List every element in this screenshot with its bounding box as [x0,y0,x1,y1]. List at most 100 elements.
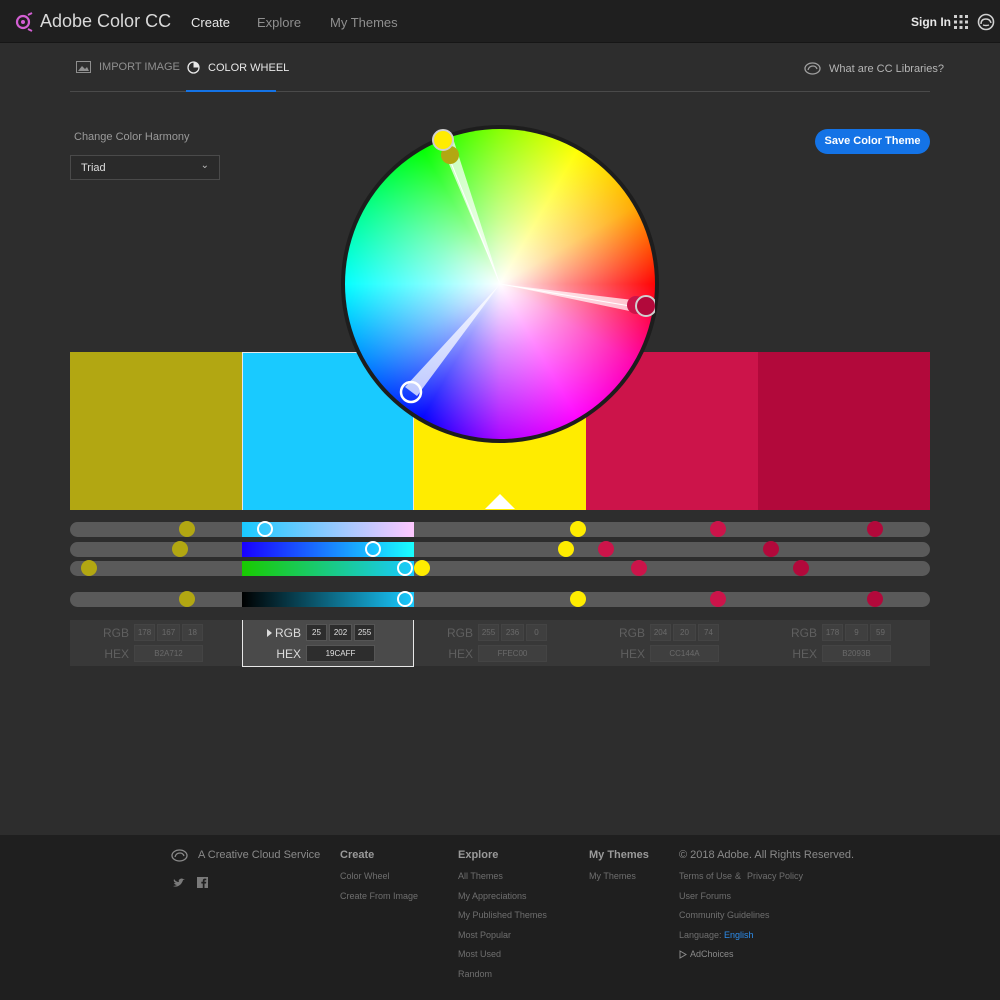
slider-knob[interactable] [867,521,883,537]
cc-libraries-icon [804,62,821,75]
hex-label: HEX [792,647,817,661]
save-color-theme-button[interactable]: Save Color Theme [815,129,930,154]
slider-knob-selected[interactable] [365,541,381,557]
slider-knob[interactable] [570,521,586,537]
cc-libraries-link[interactable]: What are CC Libraries? [804,62,944,75]
facebook-icon[interactable] [197,877,208,888]
hex-field[interactable]: 19CAFF [306,645,375,662]
nav-create[interactable]: Create [191,15,230,30]
rgb-b-field[interactable]: 255 [354,624,375,641]
wheel-handle-base[interactable] [432,129,454,151]
slider-knob[interactable] [172,541,188,557]
slider-track-4[interactable] [70,592,930,607]
slider-knob[interactable] [81,560,97,576]
rgb-g-field[interactable]: 20 [673,624,696,641]
slider-track-2[interactable] [70,542,930,557]
cc-libraries-label: What are CC Libraries? [829,62,944,75]
slider-knob-selected[interactable] [397,591,413,607]
app-grid-icon[interactable] [954,15,968,29]
nav-my-themes[interactable]: My Themes [330,15,398,30]
slider-knob[interactable] [710,591,726,607]
rgb-r-field[interactable]: 204 [650,624,671,641]
rgb-label: RGB [274,626,301,640]
rgb-b-field[interactable]: 18 [182,624,203,641]
footer-create-heading: Create [340,849,375,861]
footer-link-create-from-image[interactable]: Create From Image [340,891,418,901]
hex-field[interactable]: FFEC00 [478,645,547,662]
slider-gradient [242,561,414,576]
footer-link-my-appreciations[interactable]: My Appreciations [458,891,527,901]
footer-explore-heading: Explore [458,849,499,861]
slider-knob[interactable] [867,591,883,607]
hex-field[interactable]: B2093B [822,645,891,662]
slider-knob[interactable] [631,560,647,576]
hex-field[interactable]: B2A712 [134,645,203,662]
footer-link-most-popular[interactable]: Most Popular [458,930,511,940]
slider-knob[interactable] [179,591,195,607]
slider-knob[interactable] [570,591,586,607]
footer-link-color-wheel[interactable]: Color Wheel [340,871,390,881]
image-icon [76,61,91,73]
wheel-handle[interactable] [635,295,655,317]
nav-explore[interactable]: Explore [257,15,301,30]
slider-knob-selected[interactable] [397,560,413,576]
copyright: © 2018 Adobe. All Rights Reserved. [679,849,855,861]
hex-label: HEX [448,647,473,661]
chevron-down-icon: ⌄ [200,160,209,171]
rgb-g-field[interactable]: 236 [501,624,524,641]
slider-knob[interactable] [763,541,779,557]
slider-track-1[interactable] [70,522,930,537]
base-color-marker [485,494,515,509]
twitter-icon[interactable] [173,878,185,888]
footer-link-all-themes[interactable]: All Themes [458,871,503,881]
footer-link-terms[interactable]: Terms of Use [679,871,732,881]
hex-field[interactable]: CC144A [650,645,719,662]
rgb-g-field[interactable]: 9 [845,624,868,641]
footer-link-my-published-themes[interactable]: My Published Themes [458,910,547,920]
rgb-b-field[interactable]: 74 [698,624,719,641]
rgb-b-field[interactable]: 59 [870,624,891,641]
harmony-dropdown[interactable]: Triad ⌄ [70,155,220,180]
rgb-label: RGB [618,626,645,640]
rgb-r-field[interactable]: 178 [134,624,155,641]
slider-knob[interactable] [414,560,430,576]
footer-link-user-forums[interactable]: User Forums [679,891,731,901]
language-selector[interactable]: English [724,930,754,940]
handle-beam-red [500,284,644,314]
adobe-color-logo-icon[interactable] [14,12,34,32]
tab-import-image[interactable]: IMPORT IMAGE [76,61,180,73]
rgb-label: RGB [102,626,129,640]
active-tab-indicator [186,90,276,92]
rgb-g-field[interactable]: 202 [329,624,352,641]
rgb-r-field[interactable]: 255 [478,624,499,641]
brand-title[interactable]: Adobe Color CC [40,11,171,32]
footer-link-random[interactable]: Random [458,969,492,979]
language-label: Language: [679,930,722,940]
footer-mythemes-heading: My Themes [589,849,649,861]
slider-gradient [242,542,414,557]
tab-color-wheel[interactable]: COLOR WHEEL [187,61,289,74]
footer-link-my-themes[interactable]: My Themes [589,871,636,881]
rgb-g-field[interactable]: 167 [157,624,180,641]
slider-knob[interactable] [793,560,809,576]
slider-knob[interactable] [598,541,614,557]
footer-link-privacy[interactable]: Privacy Policy [747,871,803,881]
top-bar: Adobe Color CC Create Explore My Themes … [0,0,1000,43]
rgb-b-field[interactable]: 0 [526,624,547,641]
rgb-r-field[interactable]: 178 [822,624,843,641]
footer-link-most-used[interactable]: Most Used [458,949,501,959]
slider-knob[interactable] [558,541,574,557]
hex-label: HEX [104,647,129,661]
slider-knob[interactable] [710,521,726,537]
slider-knob[interactable] [179,521,195,537]
rgb-r-field[interactable]: 25 [306,624,327,641]
adchoices-link[interactable]: AdChoices [690,949,734,959]
creative-cloud-icon[interactable] [977,13,995,31]
color-swatch[interactable] [70,352,242,510]
footer-link-community-guidelines[interactable]: Community Guidelines [679,910,770,920]
handle-beam-cyan [405,284,500,396]
color-swatch[interactable] [758,352,930,510]
harmony-label: Change Color Harmony [74,131,190,143]
sign-in-link[interactable]: Sign In [911,15,951,29]
slider-knob-selected[interactable] [257,521,273,537]
